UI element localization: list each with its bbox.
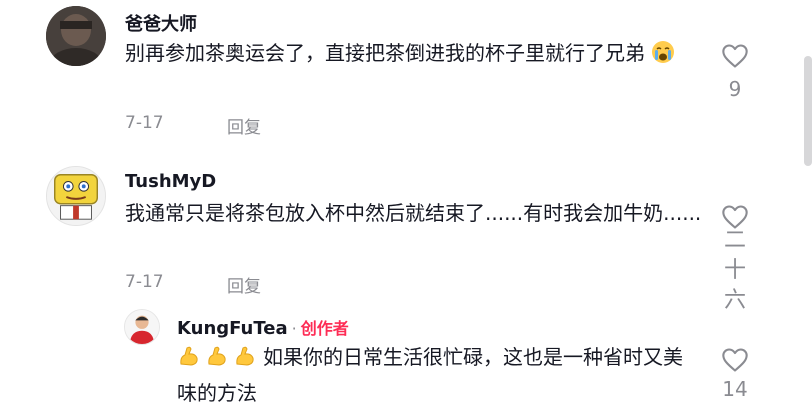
like-button[interactable]: 14 [715, 347, 755, 401]
comment-date: 7-17 [125, 113, 164, 133]
like-count: 14 [722, 377, 748, 401]
flexed-biceps-emoji [177, 344, 201, 377]
reply-button[interactable]: 回复 [227, 272, 261, 297]
comment-author[interactable]: 爸爸大师 [125, 10, 197, 36]
heart-icon [722, 44, 748, 68]
like-count: 二十六 [723, 228, 746, 313]
flexed-biceps-emoji [205, 344, 229, 377]
comment-text: 我通常只是将茶包放入杯中然后就结束了......有时我会加牛奶...... [125, 201, 702, 225]
like-button[interactable]: 二十六 [715, 204, 755, 316]
creator-badge: 创作者 [300, 319, 349, 338]
comment-text-content: 别再参加茶奥运会了，直接把茶倒进我的杯子里就行了兄弟 [125, 41, 645, 65]
like-button[interactable]: 9 [715, 43, 755, 101]
commenter-avatar[interactable] [46, 6, 106, 66]
creator-avatar[interactable] [124, 309, 160, 345]
reply-author[interactable]: KungFuTea [177, 318, 288, 339]
creator-separator: · [291, 319, 297, 338]
reply-author-line: KungFuTea · 创作者 [177, 315, 349, 339]
reply-button[interactable]: 回复 [227, 113, 261, 138]
like-count: 9 [728, 77, 742, 101]
reply-text: 如果你的日常生活很忙碌，这也是一种省时又美味的方法 [177, 341, 697, 409]
comment-author[interactable]: TushMyD [125, 171, 216, 192]
comment-text: 别再参加茶奥运会了，直接把茶倒进我的杯子里就行了兄弟 [125, 37, 705, 73]
comment-date: 7-17 [125, 272, 164, 292]
scrollbar-thumb[interactable] [804, 56, 812, 166]
commenter-avatar[interactable] [46, 166, 106, 226]
crying-face-emoji [651, 40, 675, 73]
heart-icon [722, 348, 748, 372]
flexed-biceps-emoji [233, 344, 257, 377]
